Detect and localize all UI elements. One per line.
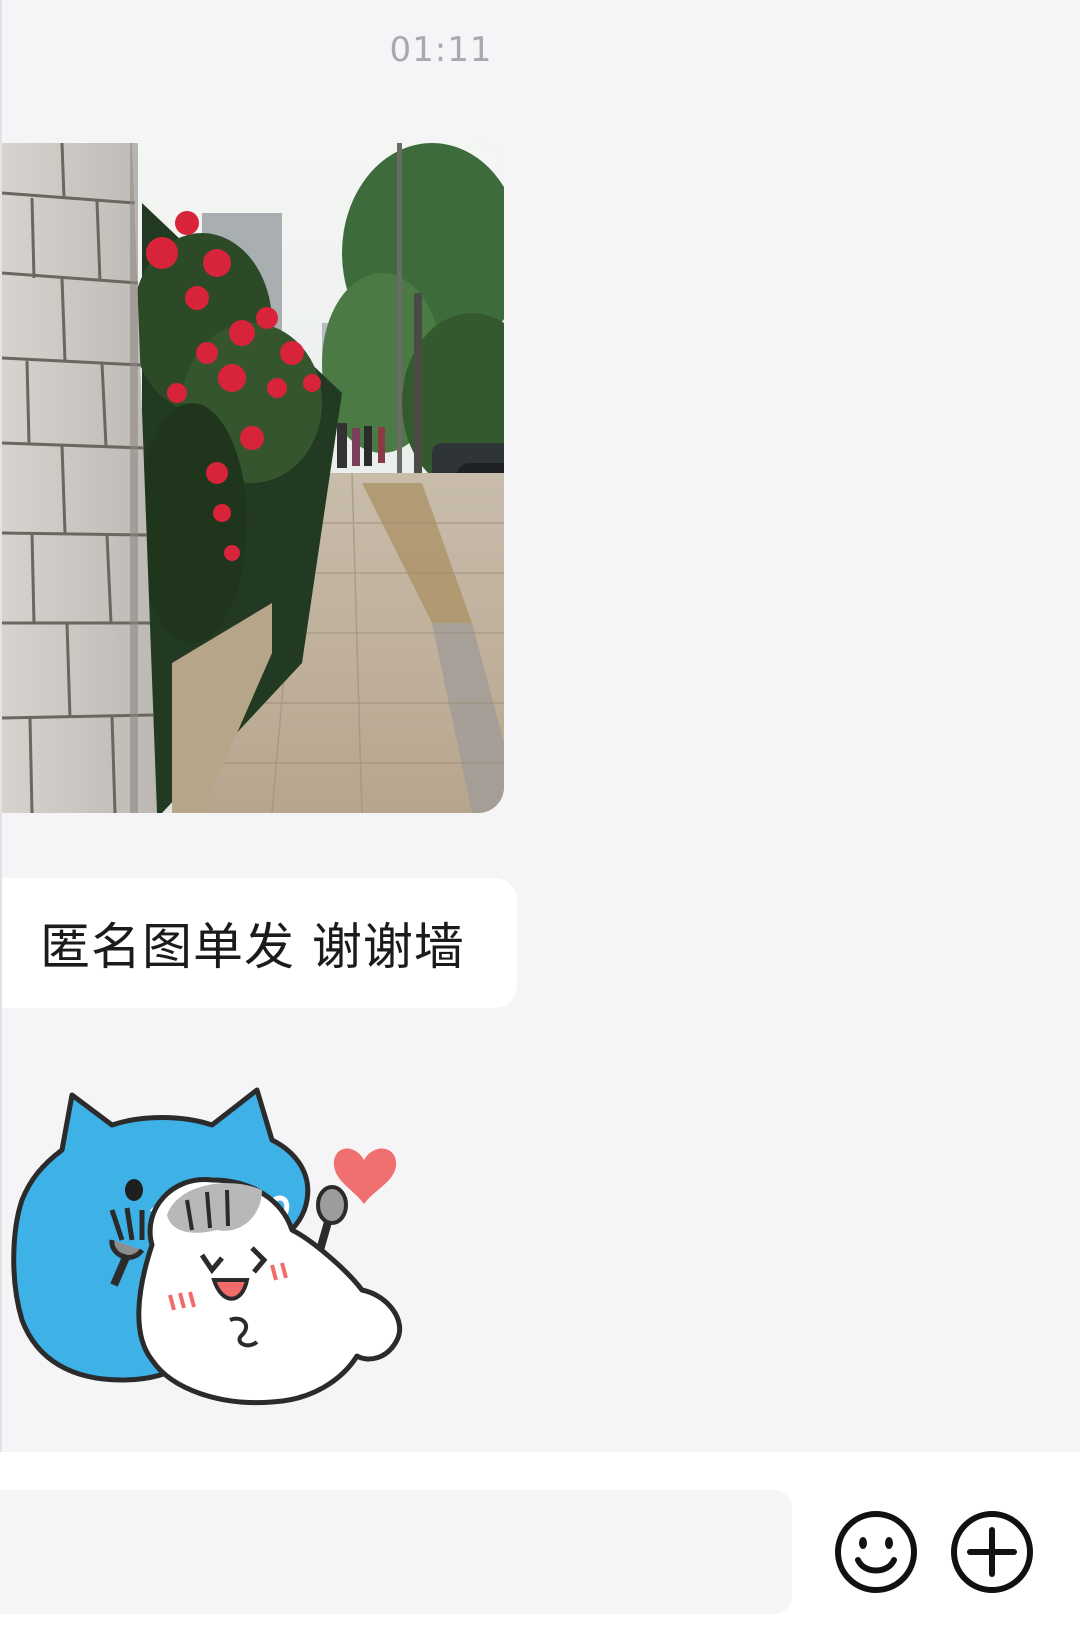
- message-timestamp: 01:11: [389, 30, 493, 70]
- cat-sticker-icon: [11, 1087, 402, 1406]
- input-bar: [0, 1452, 1080, 1648]
- plus-circle-icon: [951, 1511, 1033, 1593]
- chat-screen: 01:11 匿名图单发 谢谢墙: [0, 0, 1080, 1648]
- message-input[interactable]: [0, 1490, 792, 1614]
- photo-message[interactable]: [2, 143, 504, 813]
- sticker-message[interactable]: [2, 1080, 432, 1430]
- emoji-button[interactable]: [832, 1508, 920, 1596]
- street-rose-photo: [2, 143, 504, 813]
- text-message-bubble[interactable]: 匿名图单发 谢谢墙: [2, 878, 517, 1008]
- more-options-button[interactable]: [948, 1508, 1036, 1596]
- text-message-content: 匿名图单发 谢谢墙: [40, 918, 465, 976]
- smiley-face-icon: [835, 1511, 917, 1593]
